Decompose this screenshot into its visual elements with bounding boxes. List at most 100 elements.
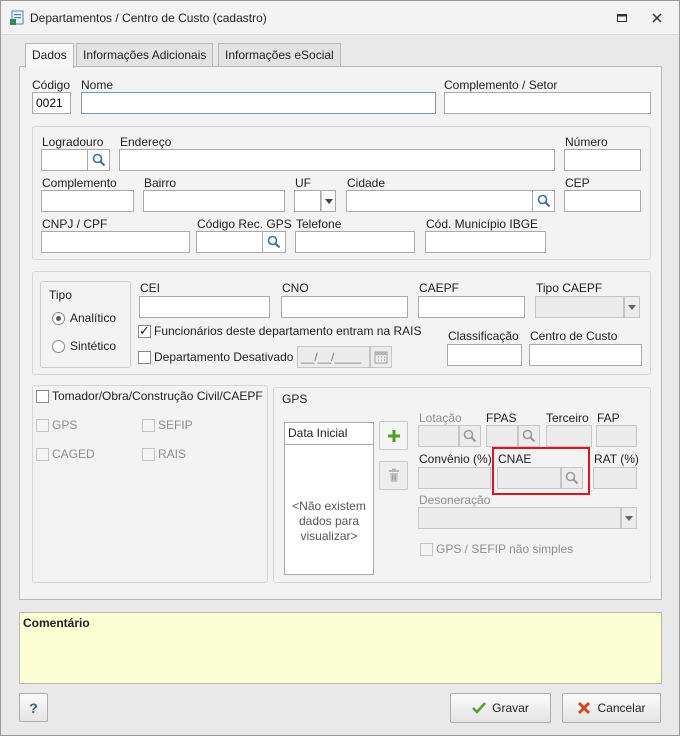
centro-custo-input[interactable] [529, 344, 642, 366]
gps-empty-message: <Não existem dados para visualizar> [292, 499, 366, 543]
fpas-label: FPAS [486, 411, 517, 425]
bairro-input[interactable] [143, 190, 285, 212]
telefone-input[interactable] [295, 231, 415, 253]
checkmark-icon [472, 702, 487, 714]
close-icon[interactable] [649, 10, 665, 26]
cidade-label: Cidade [347, 176, 386, 190]
cei-input[interactable] [139, 296, 270, 318]
cod-municipio-label: Cód. Município IBGE [426, 217, 539, 231]
restore-icon[interactable] [614, 10, 630, 26]
search-icon [92, 153, 105, 167]
nome-input[interactable] [81, 92, 436, 114]
tomador-sefip-label: SEFIP [158, 418, 193, 432]
delete-gps-button[interactable] [379, 461, 408, 490]
tab-informacoes-adicionais[interactable]: Informações Adicionais [76, 43, 214, 67]
desoneracao-select[interactable] [418, 507, 621, 529]
tomador-caged-checkbox[interactable] [36, 448, 49, 461]
centro-custo-label: Centro de Custo [530, 329, 618, 343]
tomador-sefip-checkbox[interactable] [142, 419, 155, 432]
uf-select[interactable] [294, 190, 321, 212]
chevron-down-icon [625, 515, 633, 521]
classificacao-input[interactable] [447, 344, 522, 366]
gps-list-header: Data Inicial [285, 423, 373, 445]
tomador-gps-checkbox[interactable] [36, 419, 49, 432]
codigo-input[interactable] [32, 92, 71, 114]
convenio-label: Convênio (%) [419, 452, 492, 466]
tomador-group: Tomador/Obra/Construção Civil/CAEPF GPS … [32, 385, 268, 583]
desoneracao-label: Desoneração [419, 493, 491, 507]
tipo-analitico-radio[interactable] [52, 312, 65, 325]
codigo-rec-gps-label: Código Rec. GPS [197, 217, 292, 231]
cidade-input[interactable] [346, 190, 533, 212]
depto-desativado-date-input[interactable] [297, 346, 370, 368]
complemento-setor-label: Complemento / Setor [444, 78, 558, 92]
gps-data-list[interactable]: Data Inicial <Não existem dados para vis… [284, 422, 374, 575]
nome-label: Nome [81, 78, 114, 92]
chevron-down-icon [628, 304, 636, 310]
fpas-input[interactable] [486, 425, 518, 447]
depto-desativado-checkbox[interactable] [138, 351, 151, 364]
chevron-down-icon [324, 198, 333, 204]
tab-dados[interactable]: Dados [25, 43, 74, 68]
codigo-label: Código [32, 78, 71, 92]
tomador-gps-label: GPS [52, 418, 78, 432]
tab-informacoes-esocial[interactable]: Informações eSocial [218, 43, 341, 67]
tipo-caepf-dropdown-button[interactable] [624, 296, 640, 318]
lotacao-label: Lotação [419, 411, 462, 425]
cidade-search-button[interactable] [533, 190, 555, 212]
tomador-checkbox[interactable] [36, 390, 49, 403]
lotacao-search-button[interactable] [459, 425, 481, 447]
codigo-rec-gps-input[interactable] [196, 231, 263, 253]
calendar-button[interactable] [370, 346, 392, 368]
complemento-label: Complemento [42, 176, 117, 190]
save-button[interactable]: Gravar [450, 693, 551, 723]
complemento-setor-input[interactable] [444, 92, 651, 114]
funcionarios-rais-checkbox[interactable]: ✓ [138, 323, 151, 338]
tipo-legend: Tipo [49, 288, 72, 302]
tomador-rais-checkbox[interactable] [142, 448, 155, 461]
terceiro-input[interactable] [546, 425, 592, 447]
cancel-button[interactable]: Cancelar [562, 693, 661, 723]
cnpj-cpf-input[interactable] [41, 231, 190, 253]
fap-input[interactable] [596, 425, 637, 447]
lotacao-input[interactable] [418, 425, 459, 447]
cep-input[interactable] [564, 190, 641, 212]
rat-input[interactable] [593, 467, 637, 489]
cancel-button-label: Cancelar [597, 701, 646, 715]
terceiro-label: Terceiro [546, 411, 589, 425]
logradouro-label: Logradouro [42, 135, 104, 149]
cno-input[interactable] [281, 296, 408, 318]
caepf-input[interactable] [418, 296, 525, 318]
search-icon [463, 429, 477, 443]
calendar-icon [374, 351, 388, 364]
logradouro-input[interactable] [41, 149, 88, 171]
gps-group: GPS Data Inicial <Não existem dados para… [273, 387, 651, 583]
numero-input[interactable] [564, 149, 641, 171]
numero-label: Número [565, 135, 608, 149]
uf-dropdown-button[interactable] [321, 190, 336, 212]
tipo-caepf-label: Tipo CAEPF [536, 281, 603, 295]
cod-municipio-input[interactable] [425, 231, 546, 253]
tipo-sintetico-label: Sintético [70, 339, 117, 353]
endereco-input[interactable] [119, 149, 555, 171]
logradouro-search-button[interactable] [88, 149, 110, 171]
codigo-rec-gps-search-button[interactable] [263, 231, 286, 253]
endereco-label: Endereço [120, 135, 172, 149]
add-gps-button[interactable] [379, 421, 408, 450]
comment-area[interactable]: Comentário [19, 612, 662, 684]
help-button[interactable]: ? [19, 693, 48, 722]
gps-nao-simples-checkbox[interactable] [420, 543, 433, 556]
uf-label: UF [295, 176, 311, 190]
tomador-label: Tomador/Obra/Construção Civil/CAEPF [52, 389, 263, 403]
tipo-sintetico-radio[interactable] [52, 340, 65, 353]
bairro-label: Bairro [144, 176, 177, 190]
tipo-caepf-select[interactable] [535, 296, 624, 318]
fpas-search-button[interactable] [518, 425, 540, 447]
help-button-label: ? [29, 699, 38, 716]
search-icon [267, 235, 281, 249]
comment-label: Comentário [23, 616, 90, 630]
complemento-input[interactable] [41, 190, 134, 212]
convenio-input[interactable] [418, 467, 491, 489]
desoneracao-dropdown-button[interactable] [621, 507, 637, 529]
cno-label: CNO [282, 281, 309, 295]
